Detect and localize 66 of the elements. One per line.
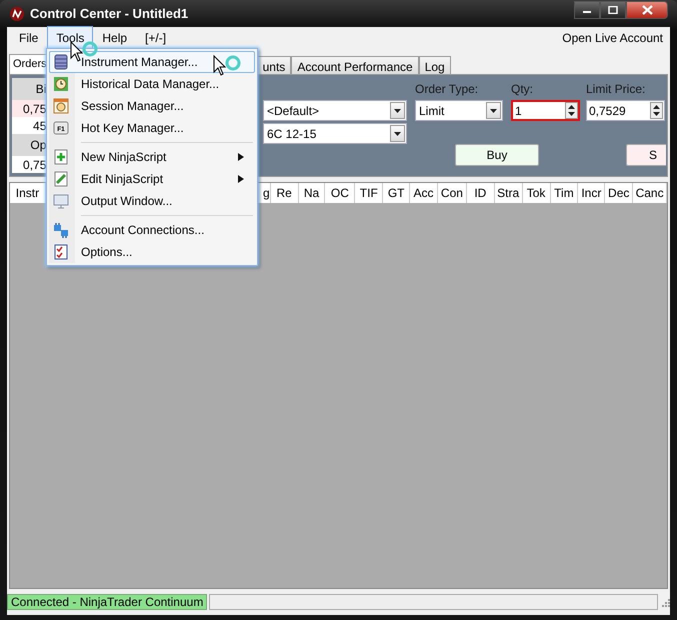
- maximize-button[interactable]: [600, 1, 626, 19]
- order-type-label: Order Type:: [415, 81, 480, 98]
- tab[interactable]: Account Performance: [291, 56, 419, 74]
- plug-icon: [53, 222, 69, 238]
- bid-header: Bi: [12, 78, 46, 100]
- checklist-icon: [53, 244, 69, 260]
- menu-option[interactable]: Session Manager...: [49, 95, 255, 117]
- open-live-account-link[interactable]: Open Live Account: [562, 29, 663, 47]
- calendar-clock-icon: [53, 98, 69, 114]
- menu-option[interactable]: Edit NinjaScript: [49, 168, 255, 190]
- maximize-icon: [608, 6, 618, 14]
- pencil-icon: [53, 171, 69, 187]
- column-header[interactable]: Incr: [578, 183, 606, 203]
- monitor-icon: [53, 193, 69, 209]
- menu-item[interactable]: Help: [93, 26, 136, 50]
- qty-label: Qty:: [511, 81, 534, 98]
- menu-item[interactable]: File: [10, 26, 48, 50]
- column-header[interactable]: Canc: [633, 183, 667, 203]
- column-header[interactable]: ID: [466, 183, 495, 203]
- instrument-dropdown[interactable]: 6C 12-15: [263, 123, 407, 144]
- close-button[interactable]: [626, 1, 668, 19]
- column-header[interactable]: Na: [298, 183, 326, 203]
- open-price: 0,75: [12, 156, 46, 173]
- dropdown-arrow-icon: [394, 132, 401, 136]
- menu-option[interactable]: Instrument Manager...: [49, 51, 255, 73]
- column-header[interactable]: Tok: [522, 183, 550, 203]
- menu-option[interactable]: Options...: [49, 241, 255, 263]
- bid-size: 45: [12, 117, 46, 134]
- minimize-button[interactable]: [574, 1, 600, 19]
- order-type-dropdown[interactable]: Limit: [415, 100, 503, 121]
- logo-icon: [9, 6, 25, 22]
- column-header[interactable]: Con: [438, 183, 467, 203]
- account-dropdown[interactable]: <Default>: [263, 100, 407, 121]
- column-header[interactable]: GT: [383, 183, 410, 203]
- buy-button[interactable]: Buy: [455, 144, 539, 166]
- column-header[interactable]: Tim: [550, 183, 578, 203]
- clock-icon: [53, 76, 69, 92]
- menu-option[interactable]: Output Window...: [49, 190, 255, 212]
- menu-option[interactable]: Historical Data Manager...: [49, 73, 255, 95]
- close-icon: [642, 5, 652, 15]
- spinner-arrows-icon: [650, 102, 663, 119]
- tab[interactable]: Log: [418, 56, 451, 74]
- connection-status: Connected - NinjaTrader Continuum: [7, 594, 208, 610]
- new-script-icon: [53, 149, 69, 165]
- window-title: Control Center - Untitled1: [30, 4, 188, 23]
- open-header: Op: [12, 134, 46, 156]
- column-header[interactable]: Dec: [605, 183, 634, 203]
- resize-grip-icon: [660, 597, 670, 607]
- column-header[interactable]: OC: [325, 183, 356, 203]
- menu-option[interactable]: New NinjaScript: [49, 146, 255, 168]
- column-header[interactable]: Re: [270, 183, 299, 203]
- dropdown-arrow-icon: [490, 108, 497, 112]
- database-icon: [53, 54, 69, 70]
- submenu-arrow-icon: [238, 153, 244, 161]
- sell-button[interactable]: S: [626, 144, 666, 166]
- tab[interactable]: unts: [256, 56, 292, 74]
- spinner-arrows-icon: [565, 102, 578, 119]
- column-header[interactable]: TIF: [355, 183, 384, 203]
- column-header[interactable]: Acc: [410, 183, 438, 203]
- bid-price: 0,75: [12, 100, 46, 117]
- submenu-arrow-icon: [238, 175, 244, 183]
- dropdown-arrow-icon: [394, 108, 401, 112]
- column-header[interactable]: Stra: [494, 183, 523, 203]
- menu-item[interactable]: [+/-]: [136, 26, 176, 50]
- limit-price-label: Limit Price:: [586, 81, 646, 98]
- menu-option[interactable]: Account Connections...: [49, 219, 255, 241]
